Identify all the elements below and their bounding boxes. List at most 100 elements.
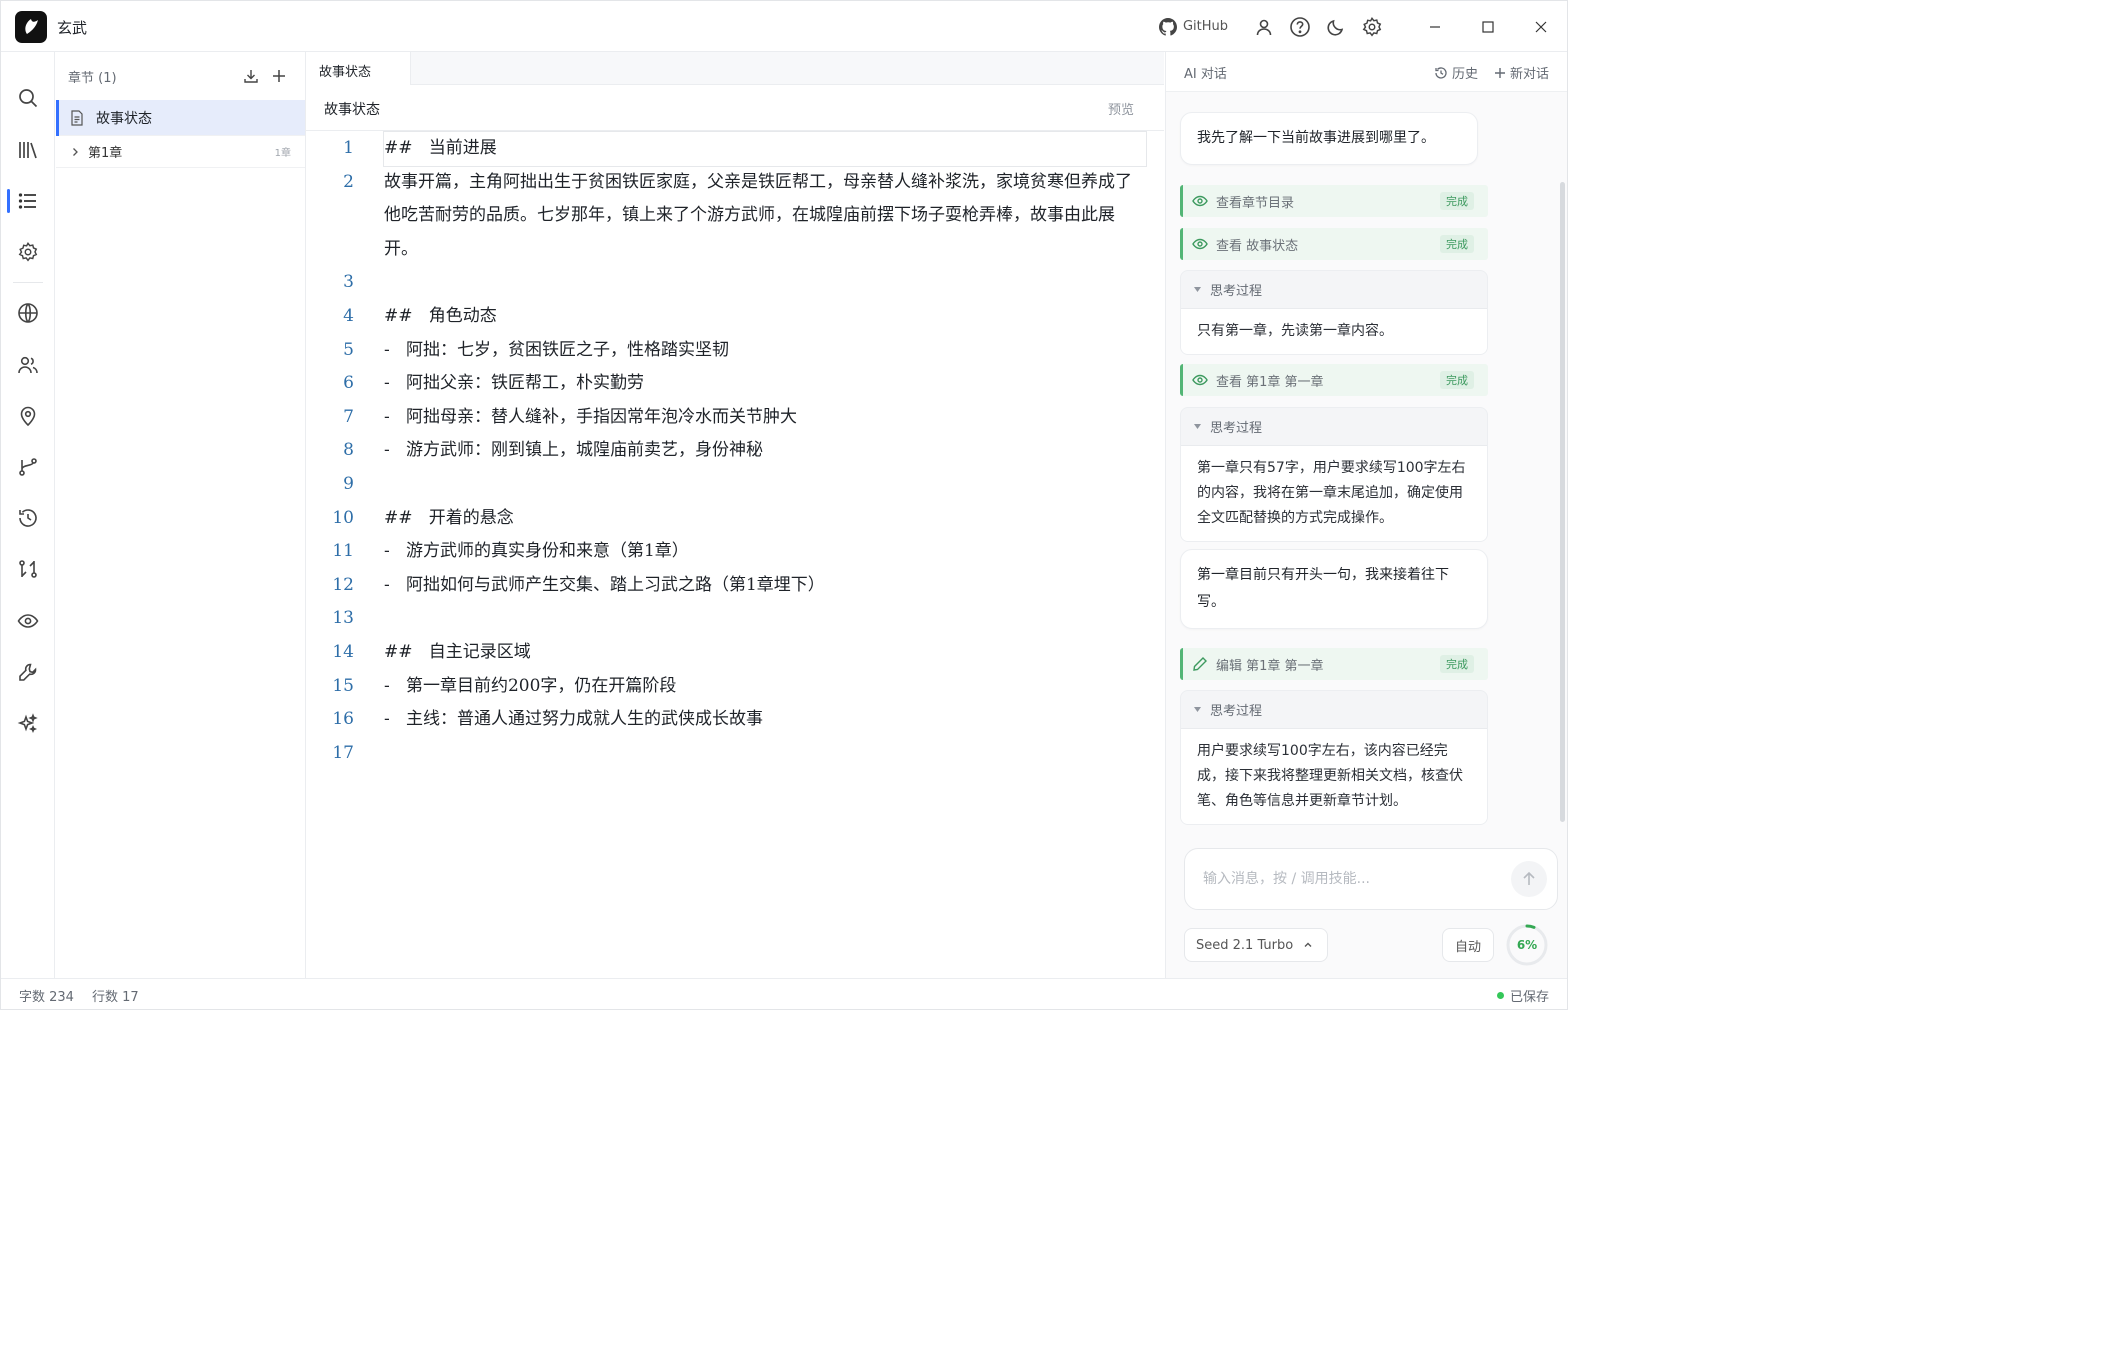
minimize-button[interactable] (1408, 1, 1461, 52)
eye-icon (1192, 193, 1208, 209)
thinking-toggle[interactable]: 思考过程 (1181, 271, 1487, 309)
thinking-block: 思考过程 第一章只有57字，用户要求续写100字左右的内容，我将在第一章末尾追加… (1180, 407, 1488, 542)
editor-line[interactable]: 17 (306, 737, 1164, 771)
location-pin-icon[interactable] (1, 394, 55, 438)
tool-call-item[interactable]: 编辑 第1章 第一章 完成 (1180, 648, 1488, 680)
line-number: 8 (343, 440, 354, 461)
ai-chat-panel: AI 对话 历史 新对话 我先了解一下当前故事进展到哪里了。 查看章节目录 完成 (1165, 52, 1567, 978)
settings-gear-icon[interactable] (1354, 9, 1390, 45)
line-number: 14 (332, 641, 354, 662)
editor-line[interactable]: 7 - 阿拙母亲：替人缝补，手指因常年泡冷水而关节肿大 (306, 401, 1164, 435)
ai-panel-title: AI 对话 (1184, 67, 1227, 82)
tool-call-item[interactable]: 查看 第1章 第一章 完成 (1180, 364, 1488, 396)
line-text (384, 266, 1146, 300)
saved-status-dot (1496, 992, 1504, 999)
auto-mode-button[interactable]: 自动 (1442, 928, 1494, 962)
user-icon[interactable] (1246, 9, 1282, 45)
send-button[interactable] (1511, 861, 1547, 897)
history-icon[interactable] (1, 496, 55, 540)
history-button[interactable]: 历史 (1434, 63, 1478, 82)
line-text: - 阿拙父亲：铁匠帮工，朴实勤劳 (384, 373, 644, 394)
thinking-text: 用户要求续写100字左右，该内容已经完成，接下来我将整理更新相关文档，核查伏笔、… (1181, 729, 1487, 824)
tool-call-item[interactable]: 查看 故事状态 完成 (1180, 228, 1488, 260)
line-number: 11 (332, 541, 354, 562)
editor-line[interactable]: 10 ## 开着的悬念 (306, 502, 1164, 536)
editor-line[interactable]: 1 ## 当前进展 (306, 131, 1164, 167)
editor-line[interactable]: 5 - 阿拙：七岁，贫困铁匠之子，性格踏实坚韧 (306, 334, 1164, 368)
tab-story-status[interactable]: 故事状态 (306, 52, 411, 85)
chapter-item-story-status[interactable]: 故事状态 (56, 100, 305, 136)
add-chapter-icon[interactable] (265, 62, 293, 90)
help-icon[interactable] (1282, 9, 1318, 45)
line-number: 4 (343, 305, 354, 326)
message-input[interactable] (1185, 849, 1485, 909)
line-text: - 游方武师：刚到镇上，城隍庙前卖艺，身份神秘 (384, 440, 763, 461)
chat-scrollbar[interactable] (1560, 142, 1565, 840)
editor-line[interactable]: 3 (306, 266, 1164, 300)
line-text (384, 468, 1146, 502)
eye-icon[interactable] (1, 599, 55, 643)
editor-line[interactable]: 6 - 阿拙父亲：铁匠帮工，朴实勤劳 (306, 367, 1164, 401)
editor-line[interactable]: 11 - 游方武师的真实身份和来意（第1章） (306, 535, 1164, 569)
caret-down-icon (1194, 287, 1201, 292)
thinking-toggle[interactable]: 思考过程 (1181, 691, 1487, 729)
message-composer (1184, 848, 1558, 910)
outline-list-icon[interactable] (1, 179, 55, 223)
library-icon[interactable] (1, 128, 55, 172)
chapter-count-badge: 1章 (274, 148, 291, 159)
editor-line[interactable]: 15 - 第一章目前约200字，仍在开篇阶段 (306, 670, 1164, 704)
maximize-button[interactable] (1461, 1, 1514, 52)
app-logo (15, 11, 47, 43)
gear-icon[interactable] (1, 230, 55, 274)
editor-line[interactable]: 16 - 主线：普通人通过努力成就人生的武侠成长故事 (306, 703, 1164, 737)
globe-icon[interactable] (1, 291, 55, 335)
editor-content[interactable]: 1 ## 当前进展 2 故事开篇，主角阿拙出生于贫困铁匠家庭，父亲是铁匠帮工，母亲替人… (306, 131, 1164, 771)
editor-line[interactable]: 4 ## 角色动态 (306, 300, 1164, 334)
branch-icon[interactable] (1, 445, 55, 489)
rail-divider (13, 282, 43, 283)
line-text: - 第一章目前约200字，仍在开篇阶段 (384, 675, 677, 696)
chevron-right-icon[interactable] (70, 147, 80, 157)
editor-line[interactable]: 8 - 游方武师：刚到镇上，城隍庙前卖艺，身份神秘 (306, 434, 1164, 468)
new-chat-button[interactable]: 新对话 (1494, 63, 1549, 82)
context-usage-label: 6% (1516, 938, 1538, 952)
sparkle-icon[interactable] (1, 702, 55, 746)
title-bar: 玄武 GitHub (1, 1, 1567, 52)
preview-button[interactable]: 预览 (1108, 99, 1134, 118)
assistant-message: 第一章目前只有开头一句，我来接着往下写。 (1180, 549, 1488, 629)
line-number: 7 (343, 406, 354, 427)
left-rail (1, 52, 55, 978)
download-icon[interactable] (237, 62, 265, 90)
chapter-count-label: 章节 (1) (68, 70, 117, 86)
editor-line[interactable]: 2 故事开篇，主角阿拙出生于贫困铁匠家庭，父亲是铁匠帮工，母亲替人缝补浆洗，家境贫… (306, 166, 1164, 267)
thinking-text: 第一章只有57字，用户要求续写100字左右的内容，我将在第一章末尾追加，确定使用… (1181, 446, 1487, 541)
thinking-toggle[interactable]: 思考过程 (1181, 408, 1487, 446)
tool-call-item[interactable]: 查看章节目录 完成 (1180, 185, 1488, 217)
close-button[interactable] (1514, 1, 1567, 52)
compare-icon[interactable] (1, 547, 55, 591)
wrench-icon[interactable] (1, 650, 55, 694)
status-badge: 完成 (1440, 192, 1474, 210)
chat-scrollbar-thumb[interactable] (1560, 182, 1565, 822)
assistant-message: 我先了解一下当前故事进展到哪里了。 (1180, 112, 1478, 165)
chapter-item-ch1[interactable]: 第1章 1章 (56, 136, 305, 168)
chat-history[interactable]: 我先了解一下当前故事进展到哪里了。 查看章节目录 完成 查看 故事状态 完成 思… (1166, 92, 1568, 840)
moon-icon[interactable] (1318, 9, 1354, 45)
line-text: 故事开篇，主角阿拙出生于贫困铁匠家庭，父亲是铁匠帮工，母亲替人缝补浆洗，家境贫寒… (384, 171, 1132, 259)
document-header: 故事状态 预览 (306, 85, 1164, 131)
search-icon[interactable] (1, 76, 55, 120)
github-link[interactable]: GitHub (1158, 17, 1228, 36)
editor-line[interactable]: 12 - 阿拙如何与武师产生交集、踏上习武之路（第1章埋下） (306, 569, 1164, 603)
app-window: 玄武 GitHub 章节 (1) 故事状态 第1章 1章 故事状态 故事状态 预… (0, 0, 1568, 1010)
github-icon (1158, 17, 1177, 36)
line-number: 5 (343, 339, 354, 360)
editor-tab-bar: 故事状态 (306, 52, 1164, 85)
users-icon[interactable] (1, 343, 55, 387)
editor-line[interactable]: 13 (306, 602, 1164, 636)
line-text: ## 开着的悬念 (384, 507, 514, 528)
eye-icon (1192, 236, 1208, 252)
model-selector[interactable]: Seed 2.1 Turbo (1184, 928, 1328, 962)
editor-line[interactable]: 14 ## 自主记录区域 (306, 636, 1164, 670)
chapter-panel-header: 章节 (1) (56, 52, 305, 100)
editor-line[interactable]: 9 (306, 468, 1164, 502)
